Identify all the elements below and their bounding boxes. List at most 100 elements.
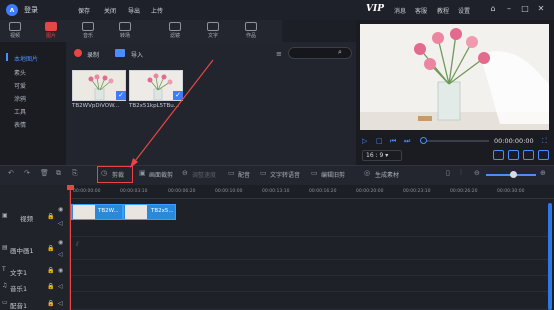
checkmark-icon[interactable]: ✓ [116, 91, 126, 100]
import-button[interactable]: 导入 [131, 50, 143, 59]
lock-icon[interactable]: 🔒 [47, 213, 54, 220]
zoom-in-icon[interactable]: ⊕ [540, 169, 546, 177]
generate-button[interactable]: 生成素材 [375, 170, 399, 179]
folder-icon[interactable] [115, 49, 125, 57]
login-link[interactable]: 登录 [24, 5, 38, 15]
dub-icon[interactable]: ▭ [228, 169, 235, 177]
zoom-slider-handle[interactable] [510, 171, 517, 178]
tab-music[interactable]: 音乐 [77, 22, 99, 42]
crop-icon[interactable]: ⧉ [56, 169, 61, 178]
lock-icon[interactable]: 🔒 [47, 300, 54, 307]
menu-support[interactable]: 客服 [415, 6, 427, 15]
timeline-clip[interactable]: TB2x5... [123, 204, 176, 220]
menu-settings[interactable]: 设置 [458, 6, 470, 15]
menu-export[interactable]: 导出 [128, 6, 140, 15]
tab-video[interactable]: 视频 [4, 22, 26, 42]
category-local-images[interactable]: 本地图片 [14, 54, 38, 63]
playhead-line[interactable] [70, 185, 71, 310]
frame-crop-icon[interactable]: ▣ [139, 169, 146, 177]
tab-works[interactable]: 作品 [240, 22, 262, 42]
snapshot-icon[interactable] [493, 150, 504, 160]
vip-badge[interactable]: VIP [366, 4, 384, 14]
text-track-lane[interactable] [70, 260, 548, 276]
dub-track-lane[interactable] [70, 292, 548, 310]
menu-save[interactable]: 保存 [78, 6, 90, 15]
lock-icon[interactable]: 🔒 [47, 267, 54, 274]
marker-icon[interactable]: ▯ [446, 169, 450, 177]
tts-icon[interactable]: ▭ [260, 169, 267, 177]
snap-icon[interactable]: ⫶ [460, 169, 462, 178]
search-input[interactable] [288, 47, 352, 59]
undo-icon[interactable]: ↶ [8, 169, 14, 177]
menu-tutorial[interactable]: 教程 [437, 6, 449, 15]
tab-transition-label: 转场 [119, 33, 130, 39]
speed-icon[interactable]: ⊖ [182, 169, 188, 177]
clock-icon[interactable]: ◷ [101, 169, 107, 177]
category-heads[interactable]: 素头 [14, 68, 26, 77]
redo-icon[interactable]: ↷ [24, 169, 30, 177]
volume-icon[interactable] [523, 150, 534, 160]
timeline-scrollbar[interactable] [548, 203, 552, 310]
edit-clip-icon[interactable]: ▭ [311, 169, 318, 177]
tts-button[interactable]: 文字转语音 [270, 170, 300, 179]
prev-frame-icon[interactable]: ⏮ [390, 137, 396, 146]
split-button[interactable]: 剪裁 [112, 170, 124, 179]
music-icon [82, 22, 94, 31]
play-icon[interactable]: ▷ [362, 137, 367, 145]
frame-crop-button[interactable]: 画面裁剪 [149, 170, 173, 179]
copy-icon[interactable]: ⎘ [72, 169, 78, 178]
stop-icon[interactable]: □ [376, 137, 383, 145]
tab-filter[interactable]: 滤镜 [164, 22, 186, 42]
search-icon[interactable]: ⌕ [338, 48, 342, 57]
volume-icon[interactable]: ◁ [58, 300, 63, 307]
maximize-icon[interactable]: □ [520, 4, 530, 14]
music-track-lane[interactable] [70, 276, 548, 292]
track-label-pip: 画中画1 [10, 247, 34, 255]
checkmark-icon[interactable]: ✓ [173, 91, 183, 100]
ruler-tick: 00:00:06:20 [168, 189, 196, 194]
lock-icon[interactable]: 🔒 [47, 245, 54, 252]
edit-clip-button[interactable]: 编辑旧剪 [321, 170, 345, 179]
home-icon[interactable]: ⌂ [488, 4, 498, 14]
volume-icon[interactable]: ◁ [58, 251, 63, 258]
eye-icon[interactable]: ◉ [58, 206, 63, 213]
tab-transition[interactable]: 转场 [114, 22, 136, 42]
tab-image[interactable]: 图片 [40, 22, 62, 42]
menu-close[interactable]: 关闭 [104, 6, 116, 15]
dub-button[interactable]: 配音 [238, 170, 250, 179]
speed-button[interactable]: 调整速度 [192, 170, 216, 179]
category-tools[interactable]: 工具 [14, 107, 26, 116]
record-button[interactable]: 录制 [87, 50, 99, 59]
menu-upload[interactable]: 上传 [151, 6, 163, 15]
category-doodle[interactable]: 涂鸦 [14, 94, 26, 103]
dub-track-icon: ▭ [2, 299, 8, 306]
category-emoji[interactable]: 表情 [14, 120, 26, 129]
lock-icon[interactable]: 🔒 [47, 283, 54, 290]
media-item-name: TB2x51kpL5TBu... [129, 103, 179, 109]
generate-icon[interactable]: ◎ [364, 169, 370, 177]
camera-icon[interactable] [508, 150, 519, 160]
delete-icon[interactable]: 🗑 [40, 169, 49, 177]
aspect-ratio-select[interactable]: 16 : 9 ▾ [362, 150, 402, 161]
volume-icon[interactable]: ◁ [58, 283, 63, 290]
tab-text[interactable]: 文字 [202, 22, 224, 42]
fullscreen-icon[interactable]: ⛶ [542, 137, 547, 146]
volume-icon[interactable]: ◁ [58, 220, 63, 227]
close-icon[interactable]: ✕ [536, 4, 546, 14]
eye-icon[interactable]: ◉ [58, 267, 63, 274]
record-icon[interactable] [74, 49, 82, 57]
eye-icon[interactable]: ◉ [58, 239, 63, 246]
expand-icon[interactable] [538, 150, 549, 160]
category-cute[interactable]: 可爱 [14, 81, 26, 90]
preview-scrubber[interactable] [425, 140, 489, 142]
timeline-clip[interactable]: TB2W... [71, 204, 123, 220]
pip-track-lane[interactable] [70, 237, 548, 260]
playhead-handle[interactable] [67, 185, 74, 190]
audio-wave-icon: ⫽ [76, 241, 79, 248]
next-frame-icon[interactable]: ⏭ [404, 137, 410, 146]
sort-icon[interactable]: ≡ [276, 50, 282, 58]
scrubber-handle[interactable] [420, 137, 427, 144]
menu-messages[interactable]: 消息 [394, 6, 406, 15]
zoom-out-icon[interactable]: ⊖ [474, 169, 480, 177]
minimize-icon[interactable]: – [504, 4, 514, 14]
